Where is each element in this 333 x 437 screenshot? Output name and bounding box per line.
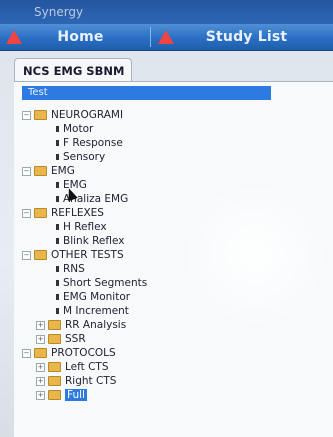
folder-icon (34, 166, 47, 176)
folder-icon (48, 376, 61, 386)
warning-icon (158, 30, 174, 44)
tree-group-reflexes[interactable]: − REFLEXES (22, 206, 104, 220)
bullet-icon (56, 224, 59, 230)
bullet-icon (56, 294, 59, 300)
app-title: Synergy (34, 5, 84, 19)
list-header: Test (22, 86, 271, 100)
folder-icon (48, 362, 61, 372)
collapse-icon[interactable]: − (22, 110, 31, 120)
tree-item-f-response[interactable]: F Response (56, 136, 123, 150)
tab-separator (150, 27, 151, 47)
expand-icon[interactable]: + (36, 320, 45, 330)
tree-item-blink-reflex[interactable]: Blink Reflex (56, 234, 125, 248)
bullet-icon (56, 140, 59, 146)
bullet-icon (56, 280, 59, 286)
tree-subgroup-ssr[interactable]: + SSR (36, 332, 86, 346)
collapse-icon[interactable]: − (22, 208, 31, 218)
folder-icon (34, 250, 47, 260)
tree-subgroup-full[interactable]: + Full (36, 388, 87, 402)
tab-ncs-emg-sbnm[interactable]: NCS EMG SBNM (14, 58, 132, 82)
folder-icon (34, 348, 47, 358)
bullet-icon (56, 182, 59, 188)
tree-item-rns[interactable]: RNS (56, 262, 85, 276)
title-bar: Synergy (0, 0, 333, 24)
collapse-icon[interactable]: − (22, 166, 31, 176)
screen: Synergy Home Study List NCS EMG SBNM Tes… (0, 0, 333, 437)
top-navigation-bar: Home Study List (0, 24, 333, 51)
expand-icon[interactable]: + (36, 334, 45, 344)
bullet-icon (56, 126, 59, 132)
tab-home[interactable]: Home (18, 24, 143, 50)
bullet-icon (56, 196, 59, 202)
expand-icon[interactable]: + (36, 390, 45, 400)
tree-item-motor[interactable]: Motor (56, 122, 93, 136)
tree-item-short-segments[interactable]: Short Segments (56, 276, 147, 290)
bullet-icon (56, 266, 59, 272)
tree-group-neurograms[interactable]: − NEUROGRAMI (22, 108, 123, 122)
expand-icon[interactable]: + (36, 362, 45, 372)
folder-icon (48, 334, 61, 344)
folder-icon (48, 320, 61, 330)
bullet-icon (56, 154, 59, 160)
collapse-icon[interactable]: − (22, 348, 31, 358)
tree-subgroup-right-cts[interactable]: + Right CTS (36, 374, 116, 388)
expand-icon[interactable]: + (36, 376, 45, 386)
folder-icon (34, 110, 47, 120)
tree-group-other-tests[interactable]: − OTHER TESTS (22, 248, 124, 262)
tree-item-m-increment[interactable]: M Increment (56, 304, 129, 318)
collapse-icon[interactable]: − (22, 250, 31, 260)
tree-subgroup-rr-analysis[interactable]: + RR Analysis (36, 318, 126, 332)
tab-study-list[interactable]: Study List (174, 24, 319, 50)
folder-icon (48, 390, 61, 400)
bullet-icon (56, 238, 59, 244)
bullet-icon (56, 308, 59, 314)
tree-group-protocols[interactable]: − PROTOCOLS (22, 346, 116, 360)
tree-item-h-reflex[interactable]: H Reflex (56, 220, 107, 234)
folder-icon (34, 208, 47, 218)
tree-item-sensory[interactable]: Sensory (56, 150, 105, 164)
tree-group-emg[interactable]: − EMG (22, 164, 75, 178)
tree-subgroup-left-cts[interactable]: + Left CTS (36, 360, 109, 374)
tree-item-emg-monitor[interactable]: EMG Monitor (56, 290, 130, 304)
